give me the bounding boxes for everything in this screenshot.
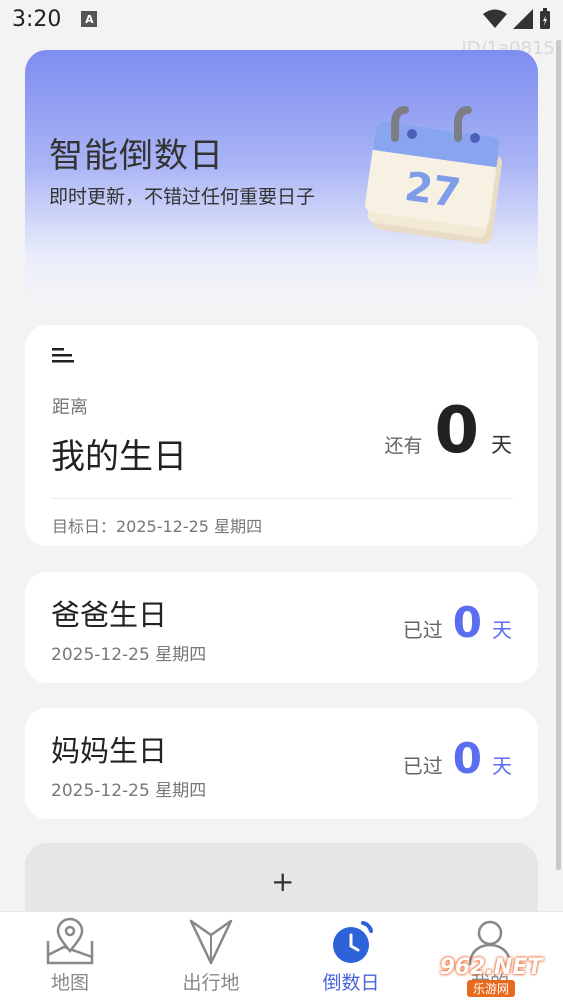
main-countdown-card[interactable]: 距离 我的生日 还有 0 天 目标日：2025-12-25 星期四 [25,325,538,546]
countdown-days-block: 还有 0 天 [384,399,512,463]
banner-title: 智能倒数日 [49,136,224,176]
event-days: 0 [452,734,482,783]
event-days-unit: 天 [492,618,512,642]
menu-icon[interactable] [52,345,76,365]
scrollbar[interactable] [556,40,561,870]
status-bar: 3:20 A [0,0,563,38]
event-name: 妈妈生日 [51,734,168,768]
event-name: 爸爸生日 [51,598,168,632]
nav-item-destination[interactable]: 出行地 [151,912,271,1002]
event-days-block: 已过 0 天 [403,602,512,644]
site-watermark-top: 962.NET [439,955,543,980]
alarm-clock-icon [333,921,373,963]
notification-icon: A [81,11,98,27]
nav-item-countdown[interactable]: 倒数日 [291,912,411,1002]
nav-item-map[interactable]: 地图 [10,912,130,1002]
countdown-days: 0 [434,394,479,468]
battery-icon [540,8,550,29]
plus-icon: + [271,865,295,898]
days-unit: 天 [491,433,512,457]
nav-label: 倒数日 [322,972,380,994]
event-card[interactable]: 妈妈生日 2025-12-25 星期四 已过 0 天 [25,708,538,819]
event-card[interactable]: 爸爸生日 2025-12-25 星期四 已过 0 天 [25,572,538,683]
event-date: 2025-12-25 星期四 [51,781,207,801]
event-days-unit: 天 [492,754,512,778]
svg-text:27: 27 [402,164,464,217]
event-status: 已过 [402,754,443,778]
nav-label: 地图 [50,972,89,994]
event-date: 2025-12-25 星期四 [51,645,207,665]
site-watermark-bottom: 乐游网 [466,980,515,997]
countdown-label: 距离 [52,397,88,418]
signal-icon [513,9,533,29]
countdown-event-name: 我的生日 [51,437,187,477]
site-watermark-logo: 962.NET 乐游网 [425,955,557,997]
status-icons [483,8,551,30]
wifi-icon [483,9,507,28]
target-date: 目标日：2025-12-25 星期四 [52,517,263,536]
divider [51,498,514,499]
event-status: 已过 [402,618,443,642]
destination-icon [189,919,233,965]
event-days-block: 已过 0 天 [403,738,512,780]
calendar-illustration-icon: 27 [365,106,503,245]
status-time: 3:20 [12,6,62,32]
map-pin-icon [46,917,94,965]
banner: 智能倒数日 即时更新，不错过任何重要日子 27 [25,50,538,305]
event-days: 0 [452,598,482,647]
banner-subtitle: 即时更新，不错过任何重要日子 [49,186,316,208]
nav-label: 出行地 [182,972,240,994]
remain-text: 还有 [384,435,423,457]
